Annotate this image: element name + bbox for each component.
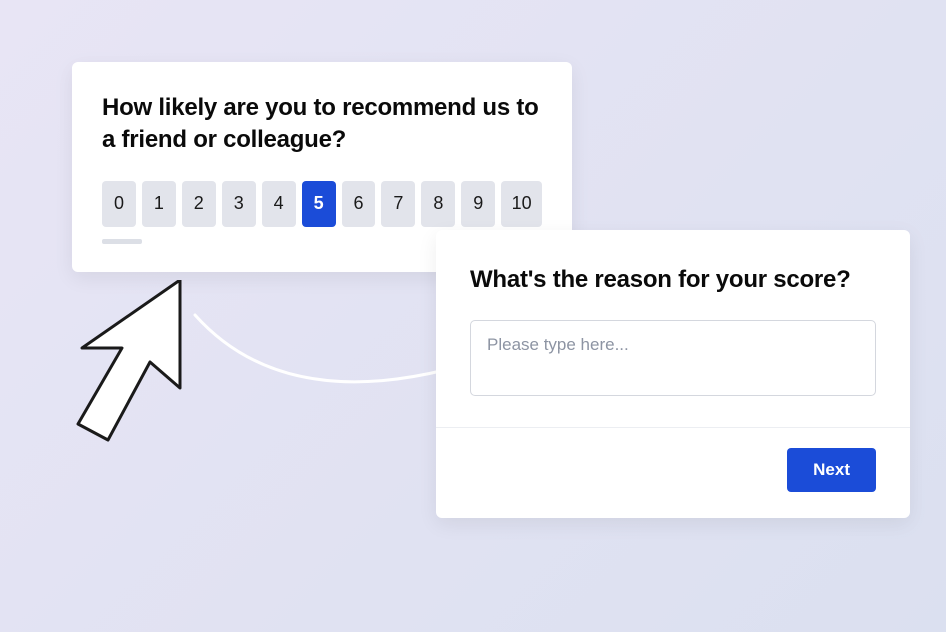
cursor-arrow-icon — [70, 280, 230, 450]
rating-option-9[interactable]: 9 — [461, 181, 495, 227]
rating-option-0[interactable]: 0 — [102, 181, 136, 227]
reason-input[interactable] — [470, 320, 876, 396]
rating-option-1[interactable]: 1 — [142, 181, 176, 227]
rating-option-10[interactable]: 10 — [501, 181, 542, 227]
next-button[interactable]: Next — [787, 448, 876, 492]
reason-card: What's the reason for your score? Next — [436, 230, 910, 518]
rating-option-6[interactable]: 6 — [342, 181, 376, 227]
rating-option-7[interactable]: 7 — [381, 181, 415, 227]
rating-option-3[interactable]: 3 — [222, 181, 256, 227]
rating-option-2[interactable]: 2 — [182, 181, 216, 227]
rating-option-8[interactable]: 8 — [421, 181, 455, 227]
rating-option-5[interactable]: 5 — [302, 181, 336, 227]
rating-option-4[interactable]: 4 — [262, 181, 296, 227]
progress-indicator — [102, 239, 142, 244]
reason-question-text: What's the reason for your score? — [470, 264, 876, 296]
rating-row: 0 1 2 3 4 5 6 7 8 9 10 — [102, 181, 542, 227]
nps-question-text: How likely are you to recommend us to a … — [102, 92, 542, 157]
card-footer: Next — [470, 428, 876, 492]
connector-line-icon — [190, 310, 450, 430]
